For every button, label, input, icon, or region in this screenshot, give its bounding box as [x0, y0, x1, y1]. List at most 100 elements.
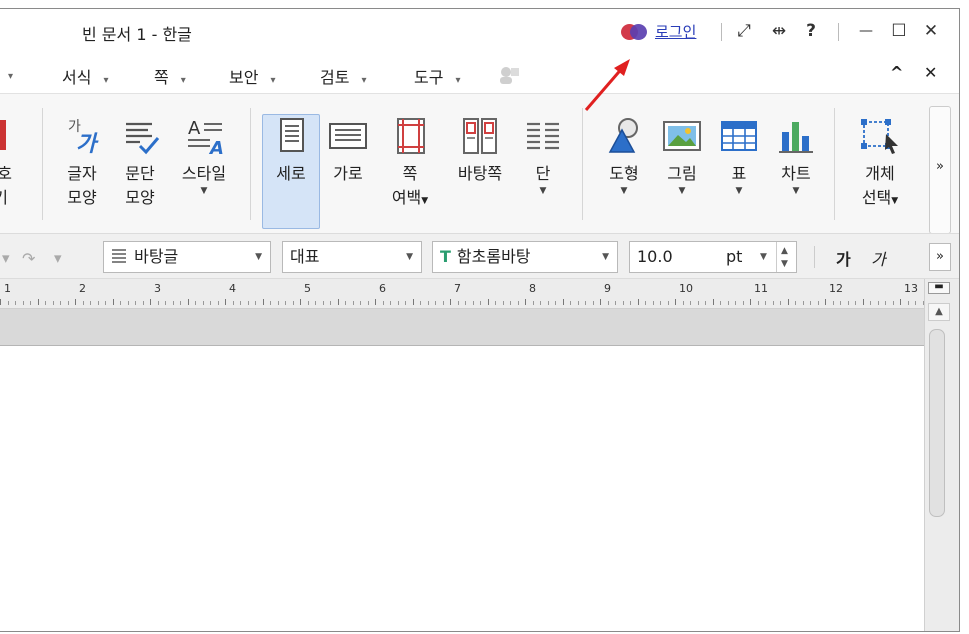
shape-dropdown-icon[interactable]: ▼: [596, 186, 652, 196]
ruler-tick: [645, 301, 646, 305]
ruler-tick: [180, 301, 181, 305]
ruler-tick: [67, 301, 69, 305]
share-icon[interactable]: [497, 65, 521, 89]
vertical-orientation-button[interactable]: 세로: [263, 116, 319, 228]
style-button[interactable]: A A 스타일 ▼: [176, 116, 232, 228]
ribbon-divider: [834, 108, 835, 220]
format-more-button[interactable]: »: [929, 243, 951, 271]
table-icon: [721, 121, 757, 151]
picture-dropdown-icon[interactable]: ▼: [654, 186, 710, 196]
ruler-tick: [112, 299, 114, 305]
picture-button[interactable]: 그림 ▼: [654, 116, 710, 228]
ruler-tick: [607, 301, 609, 305]
ruler-tick: [285, 301, 286, 305]
ruler-tick: [187, 299, 189, 305]
resize-icon[interactable]: ⇹: [768, 21, 790, 41]
undo-dropdown-icon[interactable]: ▾: [2, 249, 10, 267]
help-icon[interactable]: ?: [800, 21, 822, 41]
scroll-up-icon[interactable]: ▲: [928, 303, 950, 321]
font-select[interactable]: T 함초롬바탕 ▼: [432, 241, 618, 273]
table-button[interactable]: 표 ▼: [711, 116, 767, 228]
ruler-tick: [277, 301, 279, 305]
ruler-tick: [45, 301, 46, 305]
partial-ribbon-button[interactable]: 호 기: [0, 116, 18, 228]
menu-format[interactable]: 서식 ▾: [62, 64, 108, 88]
ruler-tick: [862, 299, 864, 305]
page-margin-icon: [397, 118, 425, 154]
column-button[interactable]: 단 ▼: [515, 116, 571, 228]
ruler-tick: [150, 299, 151, 305]
horizontal-ruler[interactable]: 1 2 3 4 5 6 7 8 9 10 11 12 13: [0, 279, 924, 309]
ruler-tick: [247, 301, 249, 305]
ruler-tick: [435, 301, 436, 305]
chart-button[interactable]: 차트 ▼: [768, 116, 824, 228]
style-dropdown-icon[interactable]: ▼: [176, 186, 232, 196]
ruler-tick: [90, 301, 91, 305]
redo-dropdown-icon[interactable]: ▾: [54, 249, 62, 267]
bold-button[interactable]: 가: [836, 246, 851, 270]
close-icon[interactable]: ✕: [920, 21, 942, 41]
ruler-tick: [615, 301, 616, 305]
menu-page[interactable]: 쪽 ▾: [154, 64, 186, 88]
ruler-tick: [562, 299, 564, 305]
ruler-tick: [412, 299, 414, 305]
title-divider: [838, 23, 839, 41]
chart-dropdown-icon[interactable]: ▼: [768, 186, 824, 196]
document-close-icon[interactable]: ✕: [924, 63, 937, 82]
ruler-tick: [735, 301, 736, 305]
ribbon-more-button[interactable]: »: [929, 106, 951, 234]
ruler-tick: [742, 301, 744, 305]
horizontal-orientation-button[interactable]: 가로: [320, 116, 376, 228]
ruler-tick: [270, 301, 271, 305]
select-object-button[interactable]: 개체 선택▼: [852, 116, 908, 228]
menu-tools[interactable]: 도구 ▾: [414, 64, 460, 88]
ruler-number: 3: [154, 282, 161, 295]
ruler-tick: [772, 301, 774, 305]
size-down-icon[interactable]: ▼: [781, 249, 788, 272]
background-page-button[interactable]: 바탕쪽: [450, 116, 510, 228]
italic-button[interactable]: 가: [871, 246, 886, 270]
ruler-tick: [382, 301, 384, 305]
login-button[interactable]: 로그인: [621, 21, 696, 42]
ruler-tick: [532, 301, 534, 305]
menu-review[interactable]: 검토 ▾: [320, 64, 366, 88]
menu-partial-item[interactable]: ▾: [0, 64, 13, 83]
vertical-scrollbar[interactable]: ▬ ▲: [924, 279, 959, 631]
minimize-icon[interactable]: —: [855, 23, 877, 39]
ribbon-collapse-icon[interactable]: ^: [890, 63, 903, 82]
ruler-number: 9: [604, 282, 611, 295]
font-size-input[interactable]: 10.0 pt ▼ ▲ ▼: [629, 241, 797, 273]
page-gap: [0, 309, 924, 345]
ruler-tick: [825, 299, 826, 305]
ruler-tick: [540, 301, 541, 305]
unit-dropdown-icon[interactable]: ▼: [760, 242, 767, 272]
para-shape-icon: [126, 122, 160, 155]
ruler-tick: [420, 301, 421, 305]
split-view-icon[interactable]: ▬: [928, 282, 950, 294]
ruler-tick: [75, 299, 76, 305]
maximize-icon[interactable]: ☐: [888, 21, 910, 41]
shape-icon: [608, 118, 638, 153]
ruler-number: 4: [229, 282, 236, 295]
para-shape-button[interactable]: 문단 모양: [112, 116, 168, 228]
paragraph-style-select[interactable]: 바탕글 ▼: [103, 241, 271, 273]
shape-button[interactable]: 도형 ▼: [596, 116, 652, 228]
table-dropdown-icon[interactable]: ▼: [711, 186, 767, 196]
ruler-tick: [157, 301, 159, 305]
redo-icon[interactable]: ↷: [22, 249, 35, 268]
column-dropdown-icon[interactable]: ▼: [515, 186, 571, 196]
menu-security[interactable]: 보안 ▾: [229, 64, 275, 88]
document-page[interactable]: [0, 345, 924, 631]
page-margin-button[interactable]: 쪽 여백▼: [382, 116, 438, 228]
ruler-number: 1: [4, 282, 11, 295]
char-shape-button[interactable]: 가 가 글자 모양: [54, 116, 110, 228]
ruler-number: 11: [754, 282, 768, 295]
ruler-tick: [810, 301, 811, 305]
language-select[interactable]: 대표 ▼: [282, 241, 422, 273]
ruler-number: 5: [304, 282, 311, 295]
ruler-tick: [817, 301, 819, 305]
ruler-tick: [465, 301, 466, 305]
scroll-thumb[interactable]: [929, 329, 945, 517]
ruler-tick: [907, 301, 909, 305]
fullscreen-icon[interactable]: ⤢: [733, 21, 755, 41]
